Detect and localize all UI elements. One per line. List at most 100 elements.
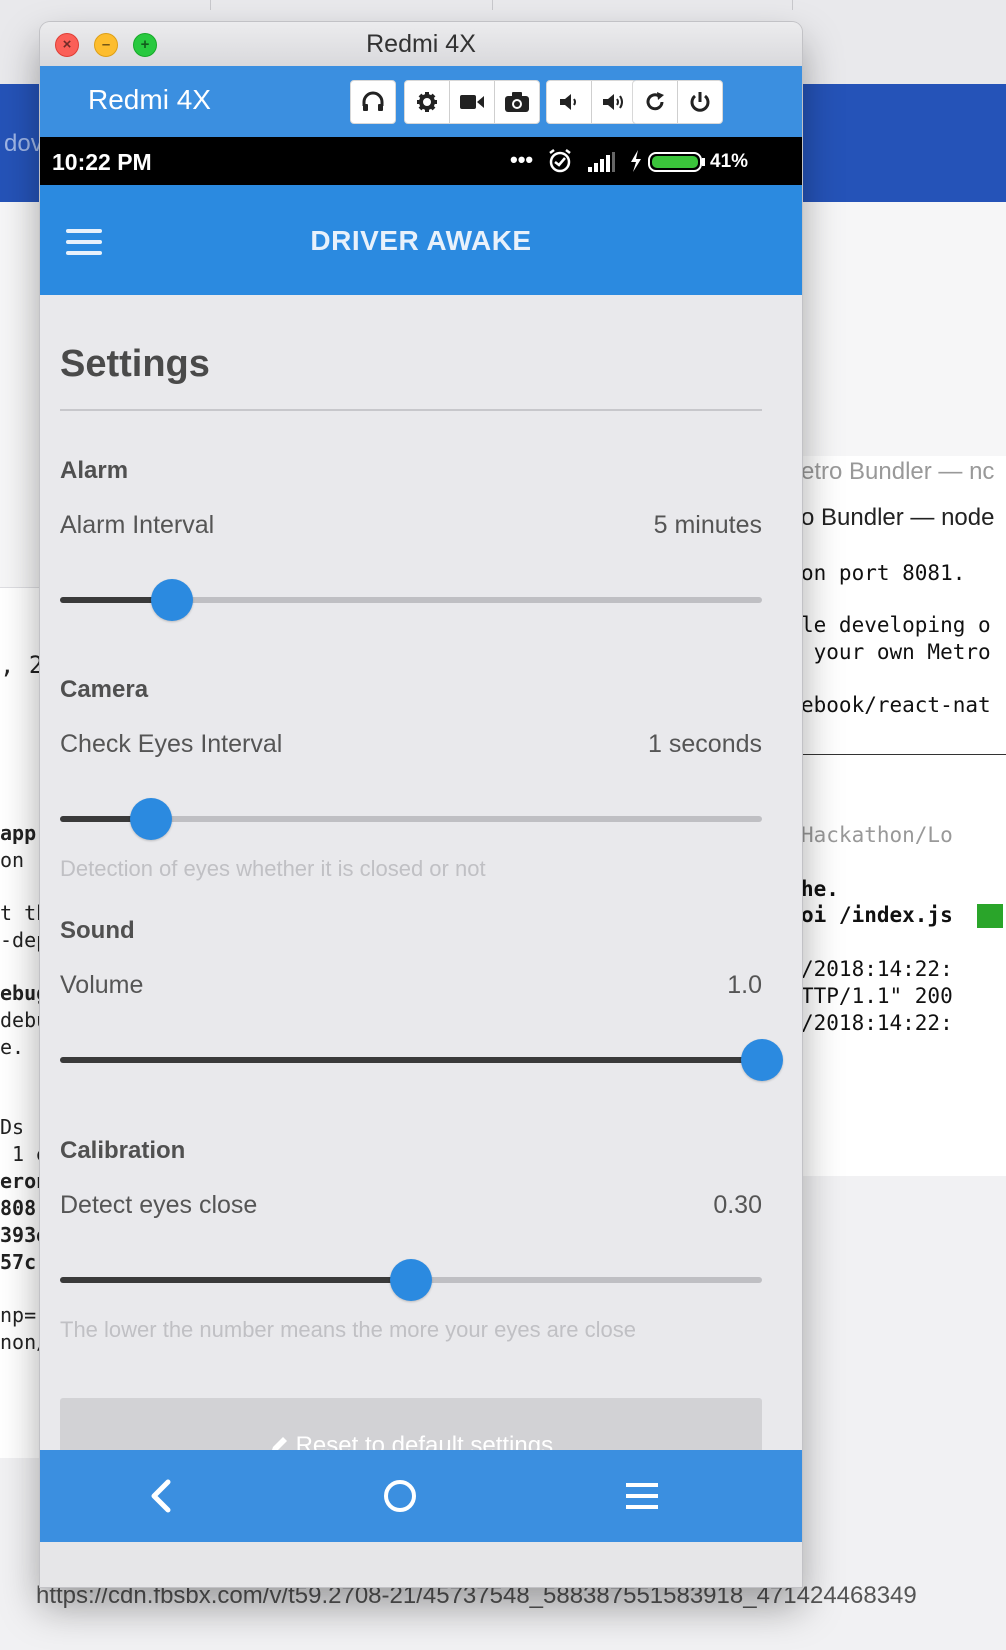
reset-defaults-text: Reset to default settings [295, 1432, 554, 1450]
background-terminal-line: /2018:14:22: [801, 957, 953, 981]
background-tick [792, 0, 793, 10]
background-left-line: 808 [0, 1196, 37, 1220]
headphones-button[interactable] [351, 81, 395, 123]
background-terminal: etro Bundler — nc o Bundler — node on po… [800, 456, 1006, 1176]
alarm-clock-icon [549, 149, 571, 173]
camera-icon [505, 92, 529, 112]
back-button[interactable] [130, 1466, 190, 1526]
background-left-line: np= [0, 1303, 37, 1327]
home-button[interactable] [370, 1466, 430, 1526]
background-terminal-line: oi /index.js [801, 903, 953, 927]
power-button[interactable] [678, 81, 722, 123]
background-green-cursor [977, 904, 1003, 928]
window-title: Redmi 4X [366, 30, 476, 58]
detect-eyes-close-value: 0.30 [713, 1191, 762, 1219]
background-terminal-line: TTP/1.1" 200 [801, 984, 953, 1008]
volume-value: 1.0 [727, 971, 762, 999]
check-eyes-interval-value: 1 seconds [648, 730, 762, 758]
background-terminal-line: ebook/react-nat [801, 693, 991, 717]
rotate-button[interactable] [633, 81, 678, 123]
phone-status-bar: 10:22 PM ••• 41% [40, 137, 802, 185]
slider-thumb[interactable] [130, 798, 173, 840]
pencil-icon [271, 1437, 287, 1450]
toolbar-group-device [404, 80, 540, 124]
detect-eyes-close-slider[interactable] [60, 1258, 762, 1302]
slider-fill [60, 1057, 762, 1063]
background-terminal-title: o Bundler — node [801, 504, 995, 531]
volume-label: Volume [60, 971, 144, 999]
simulator-toolbar: Redmi 4X [40, 66, 802, 137]
calibration-hint: The lower the number means the more your… [60, 1317, 636, 1342]
background-terminal-title: etro Bundler — nc [801, 458, 995, 485]
slider-thumb[interactable] [741, 1039, 783, 1081]
detect-eyes-close-label: Detect eyes close [60, 1191, 258, 1219]
background-left-line: Ds [0, 1115, 25, 1139]
background-left-line: e. [0, 1035, 25, 1059]
slider-fill [60, 1277, 411, 1283]
volume-up-button[interactable] [592, 81, 636, 123]
slider-thumb[interactable] [390, 1259, 432, 1301]
background-left-line: on [0, 848, 25, 872]
toolbar-group-power [632, 80, 723, 124]
reset-defaults-button[interactable]: Reset to default settings [60, 1398, 762, 1450]
page-title: Settings [60, 343, 210, 385]
home-icon [384, 1480, 416, 1512]
reset-defaults-label: Reset to default settings [60, 1432, 762, 1450]
video-camera-icon [460, 95, 484, 109]
volume-up-icon [603, 94, 623, 110]
section-title-alarm: Alarm [60, 457, 129, 484]
toolbar-group-audio [350, 80, 396, 124]
battery-level: 41% [710, 151, 749, 172]
app-title: DRIVER AWAKE [310, 225, 532, 256]
page-title-divider [60, 409, 762, 411]
background-tick [210, 0, 211, 10]
background-terminal-line: /2018:14:22: [801, 1011, 953, 1035]
volume-slider[interactable] [60, 1038, 783, 1082]
check-eyes-interval-slider[interactable] [60, 797, 762, 841]
background-left-editor: , 20 app on t th -dep ebug debu e. Ds 1 … [0, 588, 58, 1458]
rotate-icon [646, 92, 664, 111]
charging-icon [631, 150, 641, 172]
check-eyes-interval-label: Check Eyes Interval [60, 730, 283, 758]
alarm-interval-label: Alarm Interval [60, 511, 215, 539]
section-title-camera: Camera [60, 676, 149, 703]
background-blue-text: dov [4, 130, 43, 157]
section-title-calibration: Calibration [60, 1137, 186, 1164]
alarm-interval-slider[interactable] [60, 578, 762, 622]
record-video-button[interactable] [450, 81, 495, 123]
background-terminal-line: your own Metro [801, 640, 991, 664]
camera-hint: Detection of eyes whether it is closed o… [60, 856, 486, 881]
settings-content: Settings Alarm Alarm Interval 5 minutes … [40, 295, 802, 1450]
background-left-line: 57c [0, 1250, 37, 1274]
power-icon [690, 92, 710, 112]
window-titlebar[interactable]: × – + Redmi 4X [40, 22, 802, 67]
screenshot-button[interactable] [495, 81, 539, 123]
signal-icon [588, 152, 615, 172]
background-tick [492, 0, 493, 10]
volume-down-icon [560, 94, 576, 110]
recents-button[interactable] [612, 1466, 672, 1526]
section-title-sound: Sound [60, 917, 135, 944]
settings-button[interactable] [405, 81, 450, 123]
background-terminal-line: on port 8081. [801, 561, 966, 585]
background-divider [801, 754, 1006, 755]
slider-thumb[interactable] [151, 579, 194, 621]
menu-icon [626, 1483, 658, 1509]
alarm-interval-value: 5 minutes [653, 511, 762, 539]
back-icon [151, 1479, 171, 1513]
headphones-icon [362, 91, 384, 111]
device-name: Redmi 4X [88, 84, 211, 115]
toolbar-group-volume [546, 80, 637, 124]
background-terminal-line: he. [801, 877, 839, 901]
volume-down-button[interactable] [547, 81, 592, 123]
more-notifications-icon: ••• [510, 147, 534, 172]
battery-icon [648, 152, 705, 172]
app-header: DRIVER AWAKE [40, 185, 802, 295]
gear-icon [417, 92, 437, 112]
background-terminal-line: le developing o [801, 613, 991, 637]
android-nav-bar [40, 1450, 802, 1542]
simulator-window: × – + Redmi 4X Redmi 4X 10:22 PM ••• 41%… [40, 22, 802, 1587]
background-left-line: app [0, 821, 37, 845]
status-time: 10:22 PM [52, 149, 152, 175]
background-terminal-line: Hackathon/Lo [801, 823, 953, 847]
